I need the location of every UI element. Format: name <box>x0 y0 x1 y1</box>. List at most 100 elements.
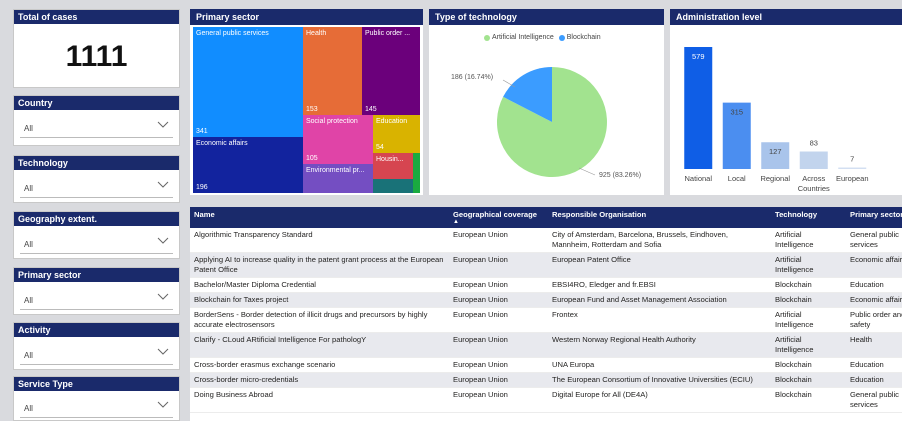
chevron-down-icon[interactable] <box>157 293 169 301</box>
table-row[interactable]: BorderSens - Border detection of illicit… <box>190 307 902 333</box>
bar-national[interactable] <box>684 47 713 169</box>
chevron-down-icon[interactable] <box>157 348 169 356</box>
table-row[interactable]: Algorithmic Transparency Standard Europe… <box>190 228 902 253</box>
cell-technology: Artificial Intelligence <box>771 252 846 278</box>
bar-across-countries[interactable] <box>799 151 828 169</box>
pie-label-ai: 925 (83.26%) <box>599 172 642 179</box>
tile-label: Environmental pr... <box>306 167 365 174</box>
technology-pie-chart: Type of technology Artificial Intelligen… <box>429 9 664 195</box>
technology-slicer[interactable]: Technology All <box>13 155 180 203</box>
table-row[interactable]: Applying AI to increase quality in the p… <box>190 252 902 278</box>
tile-social-protection[interactable]: Social protection 105 <box>303 115 373 164</box>
primary-sector-slicer-title: Primary sector <box>14 268 179 282</box>
cell-coverage: European Union <box>449 292 548 308</box>
cell-technology: Blockchain <box>771 387 846 413</box>
table-row[interactable]: Doing Business Abroad European Union Dig… <box>190 387 902 413</box>
tile-label: Education <box>376 118 408 125</box>
cell-name: Applying AI to increase quality in the p… <box>190 252 449 278</box>
cell-organisation: Western Norway Regional Health Authority <box>548 332 771 358</box>
country-slicer[interactable]: Country All <box>13 95 180 146</box>
service-type-slicer-title: Service Type <box>14 377 179 391</box>
service-type-slicer[interactable]: Service Type All <box>13 376 180 421</box>
service-type-dropdown-value: All <box>24 404 33 413</box>
tile-label: Housin... <box>376 156 404 163</box>
activity-dropdown-value: All <box>24 351 33 360</box>
service-type-dropdown[interactable]: All <box>20 396 173 418</box>
tile-general-public-services[interactable]: General public services 341 <box>193 27 303 137</box>
tile-label: Health <box>306 30 327 37</box>
bar-value-label: 83 <box>810 139 818 148</box>
primary-sector-dropdown-value: All <box>24 296 33 305</box>
cell-technology: Blockchain <box>771 357 846 373</box>
total-cases-value: 1111 <box>65 40 128 73</box>
cell-name: Clarify - CLoud ARtificial Intelligence … <box>190 332 449 358</box>
tile-economic-affairs[interactable]: Economic affairs 196 <box>193 137 303 193</box>
bar-chart-svg: 579 National 315 Local 127 Regional 83 AcrossCo… <box>684 47 869 193</box>
geography-dropdown[interactable]: All <box>20 232 173 254</box>
pie-title: Type of technology <box>429 9 664 25</box>
chevron-down-icon[interactable] <box>157 121 169 129</box>
table-row[interactable]: Cross-border micro-credentials European … <box>190 372 902 388</box>
chevron-down-icon[interactable] <box>157 237 169 245</box>
tile-health[interactable]: Health 153 <box>303 27 362 115</box>
x-axis-tick-label: Across <box>802 174 825 183</box>
technology-slicer-title: Technology <box>14 156 179 170</box>
tile-education[interactable]: Education 54 <box>373 115 420 153</box>
cell-sector: General public services <box>846 228 902 253</box>
tile-value: 153 <box>306 106 318 113</box>
activity-dropdown[interactable]: All <box>20 343 173 365</box>
primary-sector-dropdown[interactable]: All <box>20 288 173 310</box>
tile-environmental[interactable]: Environmental pr... <box>303 164 373 193</box>
cell-sector: Health <box>846 332 902 358</box>
country-slicer-title: Country <box>14 96 179 110</box>
table-row[interactable]: Blockchain for Taxes project European Un… <box>190 292 902 308</box>
primary-sector-slicer[interactable]: Primary sector All <box>13 267 180 315</box>
primary-sector-treemap: Primary sector General public services 3… <box>190 9 423 195</box>
bar-value-label: 315 <box>730 108 743 117</box>
tile-value: 54 <box>376 144 384 151</box>
cell-name: Cross-border erasmus exchange scenario <box>190 357 449 373</box>
chevron-down-icon[interactable] <box>157 401 169 409</box>
cases-table: Name Geographical coverage ▲ Responsible … <box>190 207 902 421</box>
tile-public-order[interactable]: Public order ... 145 <box>362 27 420 115</box>
column-header-geographical-coverage[interactable]: Geographical coverage ▲ <box>449 207 548 228</box>
table-row[interactable]: Bachelor/Master Diploma Credential Europ… <box>190 277 902 293</box>
column-header-primary-sector[interactable]: Primary sector <box>846 207 902 228</box>
cell-technology: Artificial Intelligence <box>771 228 846 253</box>
x-axis-tick-label: Regional <box>760 174 790 183</box>
activity-slicer[interactable]: Activity All <box>13 322 180 370</box>
treemap-title: Primary sector <box>190 9 423 25</box>
bar-value-label: 127 <box>769 147 782 156</box>
cell-technology: Blockchain <box>771 292 846 308</box>
bar-value-label: 579 <box>692 52 705 61</box>
country-dropdown[interactable]: All <box>20 116 173 138</box>
tile-housing[interactable]: Housin... <box>373 153 413 179</box>
cell-technology: Artificial Intelligence <box>771 332 846 358</box>
bar-chart-title: Administration level <box>670 9 902 25</box>
column-header-responsible-organisation[interactable]: Responsible Organisation <box>548 207 771 228</box>
tile-label: Public order ... <box>365 30 411 37</box>
tile-value: 145 <box>365 106 377 113</box>
sort-ascending-icon[interactable]: ▲ <box>453 219 544 225</box>
table-row[interactable]: Clarify - CLoud ARtificial Intelligence … <box>190 332 902 358</box>
cell-organisation: The European Consortium of Innovative Un… <box>548 372 771 388</box>
tile-label: General public services <box>196 30 269 37</box>
column-header-name[interactable]: Name <box>190 207 449 228</box>
cell-organisation: European Patent Office <box>548 252 771 278</box>
cell-sector: Education <box>846 372 902 388</box>
table-row[interactable]: Cross-border erasmus exchange scenario E… <box>190 357 902 373</box>
bar-european[interactable] <box>838 167 867 169</box>
tile-other-teal[interactable] <box>373 179 413 193</box>
cell-organisation: UNA Europa <box>548 357 771 373</box>
column-header-technology[interactable]: Technology <box>771 207 846 228</box>
cell-name: Doing Business Abroad <box>190 387 449 413</box>
chevron-down-icon[interactable] <box>157 181 169 189</box>
tile-other-green[interactable] <box>413 153 420 193</box>
cell-name: Blockchain for Taxes project <box>190 292 449 308</box>
geography-slicer[interactable]: Geography extent. All <box>13 211 180 259</box>
tile-value: 196 <box>196 184 208 191</box>
activity-slicer-title: Activity <box>14 323 179 337</box>
technology-dropdown[interactable]: All <box>20 176 173 198</box>
cell-coverage: European Union <box>449 252 548 278</box>
cell-organisation: EBSI4RO, Eledger and fr.EBSI <box>548 277 771 293</box>
